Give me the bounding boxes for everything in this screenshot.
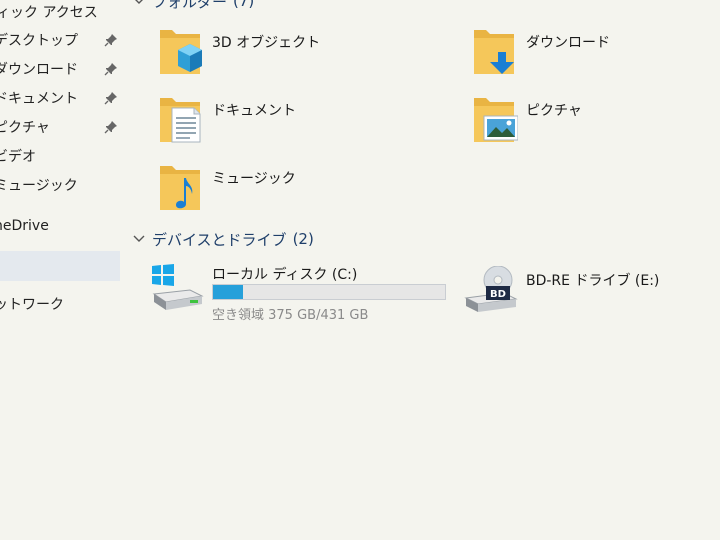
music-folder-icon <box>160 166 200 210</box>
nav-item-label: ダウンロード <box>0 62 78 78</box>
nav-item-desktop[interactable]: デスクトップ <box>0 26 120 54</box>
pictures-folder-icon <box>474 98 518 142</box>
nav-item-label: ィック アクセス <box>0 5 98 21</box>
nav-item-pictures[interactable]: ピクチャ <box>0 113 120 141</box>
folder-name: ピクチャ <box>526 103 582 119</box>
chevron-down-icon <box>133 235 145 242</box>
nav-item-music[interactable]: ミュージック <box>0 171 120 199</box>
group-title: デバイスとドライブ <box>152 230 287 249</box>
group-count: (2) <box>292 230 314 248</box>
drive-usage-fill <box>213 285 244 299</box>
nav-item-label: ミュージック <box>0 178 78 194</box>
pin-icon[interactable] <box>104 120 118 134</box>
folder-tile-pictures[interactable]: ピクチャ <box>470 94 720 154</box>
nav-item-downloads[interactable]: ダウンロード <box>0 55 120 83</box>
folder-tile-documents[interactable]: ドキュメント <box>156 94 436 154</box>
nav-item-label: ビデオ <box>0 149 36 165</box>
pin-icon[interactable] <box>104 62 118 76</box>
devices-group-header[interactable]: デバイスとドライブ (2) <box>132 228 314 250</box>
nav-item-label: ットワーク <box>0 297 64 313</box>
documents-folder-icon <box>160 98 201 143</box>
folder-tile-downloads[interactable]: ダウンロード <box>470 26 720 86</box>
group-count: (7) <box>233 0 255 10</box>
windows-drive-icon <box>152 264 204 310</box>
nav-item-label: neDrive <box>0 218 49 234</box>
pin-icon[interactable] <box>104 33 118 47</box>
folder-tile-3d-objects[interactable]: 3D オブジェクト <box>156 26 436 86</box>
drive-free-space: 空き領域 375 GB/431 GB <box>212 308 369 323</box>
nav-item-label: デスクトップ <box>0 33 78 49</box>
drive-tile-local-disk-c[interactable]: ローカル ディスク (C:) 空き領域 375 GB/431 GB <box>150 262 450 323</box>
navigation-pane: ィック アクセス デスクトップ ダウンロード ドキュメント ピクチャ ビデオ ミ… <box>0 0 120 540</box>
folder-name: 3D オブジェクト <box>212 35 321 51</box>
nav-item-label: ピクチャ <box>0 120 50 136</box>
drive-name: BD-RE ドライブ (E:) <box>526 273 660 289</box>
nav-item-label: ドキュメント <box>0 91 78 107</box>
folder-name: ダウンロード <box>526 35 610 51</box>
bd-badge: BD <box>490 289 506 300</box>
folder-name: ミュージック <box>212 171 296 187</box>
nav-item-videos[interactable]: ビデオ <box>0 142 120 170</box>
pin-icon[interactable] <box>104 91 118 105</box>
group-title: フォルダー <box>152 0 228 11</box>
nav-item-documents[interactable]: ドキュメント <box>0 84 120 112</box>
downloads-folder-icon <box>474 30 514 74</box>
3d-objects-folder-icon <box>160 30 202 74</box>
bd-drive-icon: BD <box>464 266 518 312</box>
nav-item-quick-access[interactable]: ィック アクセス <box>0 0 120 28</box>
nav-item-network[interactable]: ットワーク <box>0 290 120 318</box>
nav-item-onedrive[interactable]: neDrive <box>0 212 120 240</box>
drive-name: ローカル ディスク (C:) <box>212 267 358 283</box>
folder-tile-music[interactable]: ミュージック <box>156 162 436 222</box>
chevron-down-icon <box>135 0 143 4</box>
drive-tile-bd-re-e[interactable]: BD BD-RE ドライブ (E:) <box>464 266 720 326</box>
folders-group-header[interactable]: フォルダー (7) <box>132 0 254 12</box>
nav-item-this-pc[interactable] <box>0 251 120 281</box>
drive-usage-bar <box>212 284 446 300</box>
folder-name: ドキュメント <box>212 103 296 119</box>
